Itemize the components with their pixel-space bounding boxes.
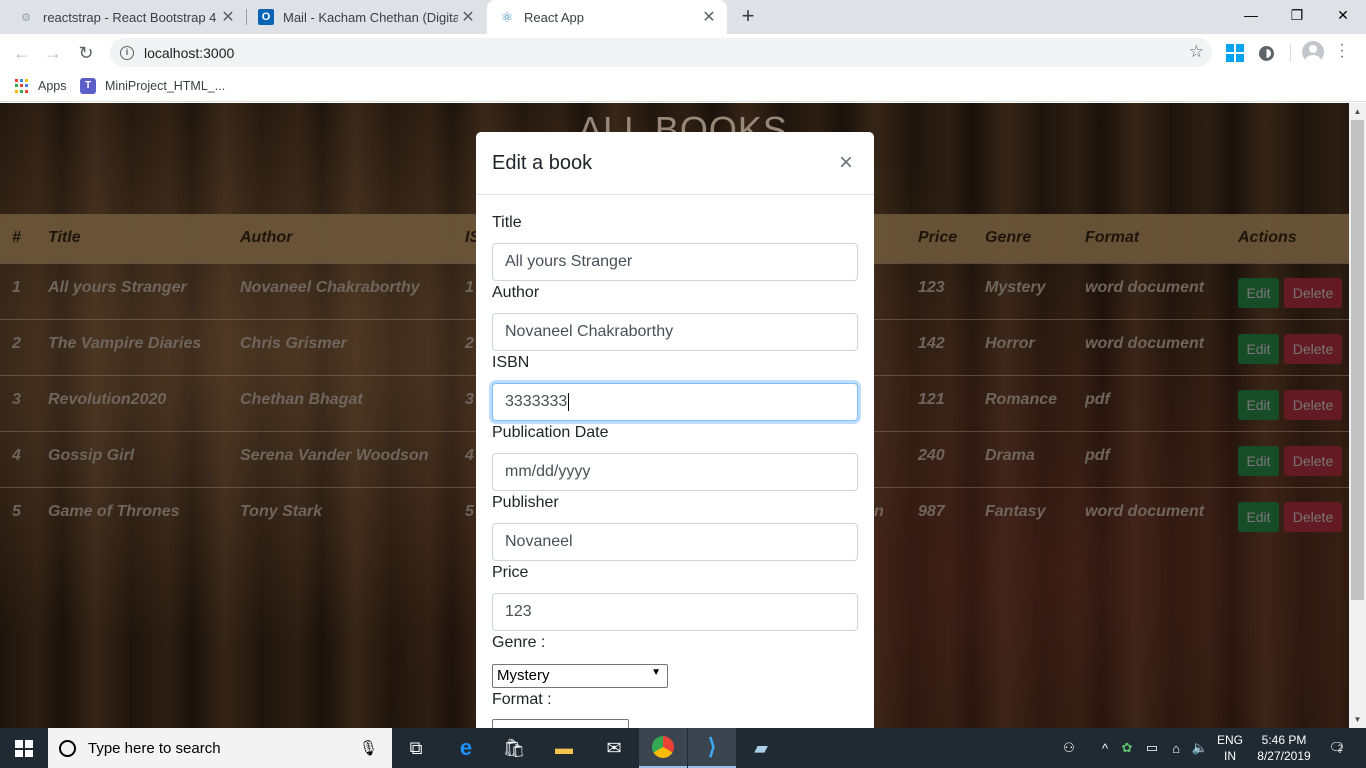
gear-icon: ⚙ [21, 11, 31, 24]
search-placeholder: Type here to search [88, 739, 221, 757]
site-info-icon[interactable]: i [120, 45, 134, 60]
bookmark-star-icon[interactable]: ☆ [1189, 42, 1204, 62]
new-tab-button[interactable]: + [736, 4, 760, 30]
publisher-input[interactable]: Novaneel [492, 523, 858, 561]
bookmarks-bar: Apps T MiniProject_HTML_... [0, 71, 1366, 102]
extension-circle-icon[interactable] [1259, 46, 1274, 61]
author-input[interactable]: Novaneel Chakraborthy [492, 313, 858, 351]
price-label: Price [492, 564, 529, 581]
language-indicator[interactable]: ENG IN [1215, 732, 1245, 764]
bookmark-label: MiniProject_HTML_... [105, 79, 226, 93]
genre-selected-value: Mystery [497, 667, 550, 684]
clock-time: 5:46 PM [1261, 733, 1307, 747]
scroll-down-arrow-icon[interactable]: ▼ [1349, 711, 1366, 728]
isbn-input[interactable]: 3333333 [492, 383, 858, 421]
task-view-icon[interactable]: ⧉ [392, 728, 440, 768]
modal-title: Edit a book [492, 152, 593, 174]
author-label: Author [492, 284, 540, 301]
vscode-icon[interactable]: ⟩ [688, 728, 736, 768]
teams-icon: T [80, 78, 96, 94]
browser-toolbar: ← → ↻ i localhost:3000 ☆ · · · [0, 34, 1366, 71]
restore-button[interactable]: ❐ [1274, 0, 1320, 30]
edit-book-modal: Edit a book × Title All yours Stranger A… [476, 132, 874, 732]
scroll-up-arrow-icon[interactable]: ▲ [1349, 103, 1366, 120]
close-tab-icon[interactable]: ✕ [218, 7, 238, 27]
isbn-value: 3333333 [505, 393, 568, 410]
language-code: ENG [1216, 733, 1243, 747]
dropdown-arrow-icon: ▼ [651, 667, 661, 678]
genre-select[interactable]: Mystery ▼ [492, 664, 668, 688]
bookmark-miniproject[interactable]: T MiniProject_HTML_... [80, 77, 225, 95]
isbn-label: ISBN [492, 354, 530, 371]
title-label: Title [492, 214, 522, 231]
reload-icon[interactable]: ↻ [73, 40, 99, 66]
title-input[interactable]: All yours Stranger [492, 243, 858, 281]
publisher-label: Publisher [492, 494, 559, 511]
battery-icon[interactable]: ▭ [1143, 728, 1161, 768]
outlook-icon: O [258, 9, 274, 25]
price-input[interactable]: 123 [492, 593, 858, 631]
scroll-thumb[interactable] [1351, 120, 1364, 600]
microphone-icon[interactable]: 🎙 [359, 739, 378, 757]
windows-taskbar: Type here to search 🎙 ⧉ e 🛍 ▬ ✉ ⟩ ▰ ⚇ ^ … [0, 728, 1366, 768]
windows-start-icon[interactable] [15, 740, 33, 757]
mail-icon[interactable]: ✉ [590, 728, 638, 768]
apps-grid-icon [15, 79, 29, 93]
notepad-icon[interactable]: ▰ [737, 728, 785, 768]
chrome-icon[interactable] [639, 728, 687, 768]
back-arrow-icon[interactable]: ← [9, 40, 35, 66]
region-code: IN [1224, 749, 1236, 763]
genre-label: Genre : [492, 634, 546, 651]
page-scrollbar[interactable]: ▲ ▼ [1349, 103, 1366, 728]
url-text: localhost:3000 [144, 44, 235, 61]
action-center-icon[interactable]: 🗨 2 [1322, 728, 1352, 768]
volume-icon[interactable]: 🔈 [1191, 728, 1209, 768]
tab-react-app[interactable]: ⚛ React App ✕ [487, 0, 727, 34]
window-close-button[interactable]: ✕ [1320, 0, 1366, 30]
forward-arrow-icon[interactable]: → [40, 40, 66, 66]
network-icon[interactable]: ⌂ [1167, 728, 1185, 768]
address-bar[interactable]: i localhost:3000 ☆ [110, 38, 1212, 67]
minimize-button[interactable]: — [1228, 0, 1274, 30]
windows-extension-icon[interactable] [1226, 44, 1244, 62]
bookmark-apps[interactable]: Apps [15, 77, 67, 95]
people-icon[interactable]: ⚇ [1058, 728, 1080, 768]
tab-title: React App [524, 9, 584, 25]
tab-title: reactstrap - React Bootstrap 4 co [43, 9, 218, 25]
tab-mail[interactable]: O Mail - Kacham Chethan (Digital) - ✕ [240, 0, 486, 34]
close-tab-icon[interactable]: ✕ [458, 7, 478, 27]
store-icon[interactable]: 🛍 [490, 728, 538, 768]
publication-date-label: Publication Date [492, 424, 609, 441]
profile-avatar[interactable] [1302, 41, 1324, 63]
chrome-logo [652, 736, 674, 758]
chrome-menu-icon[interactable]: · · · [1336, 37, 1348, 65]
tab-title: Mail - Kacham Chethan (Digital) - [283, 9, 458, 25]
clock-date: 8/27/2019 [1257, 749, 1311, 763]
tab-reactstrap[interactable]: ⚙ reactstrap - React Bootstrap 4 co ✕ [0, 0, 246, 34]
publication-date-input[interactable]: mm/dd/yyyy [492, 453, 858, 491]
tab-strip: ⚙ reactstrap - React Bootstrap 4 co ✕ O … [0, 0, 1366, 34]
file-explorer-icon[interactable]: ▬ [540, 728, 588, 768]
bookmark-label: Apps [38, 79, 67, 93]
react-icon: ⚛ [500, 8, 514, 25]
tray-chevron-icon[interactable]: ^ [1096, 728, 1114, 768]
modal-header: Edit a book × [476, 132, 874, 195]
toolbar-divider [1290, 44, 1291, 62]
format-label: Format : [492, 691, 552, 708]
edge-icon[interactable]: e [442, 728, 490, 768]
tray-app-icon[interactable]: ✿ [1118, 728, 1136, 768]
taskbar-search[interactable]: Type here to search 🎙 [48, 728, 392, 768]
cortana-icon [59, 739, 76, 757]
close-icon[interactable]: × [839, 149, 853, 177]
close-tab-icon[interactable]: ✕ [699, 7, 719, 27]
notification-count: 2 [1337, 743, 1343, 753]
taskbar-clock[interactable]: 5:46 PM 8/27/2019 [1250, 732, 1318, 764]
